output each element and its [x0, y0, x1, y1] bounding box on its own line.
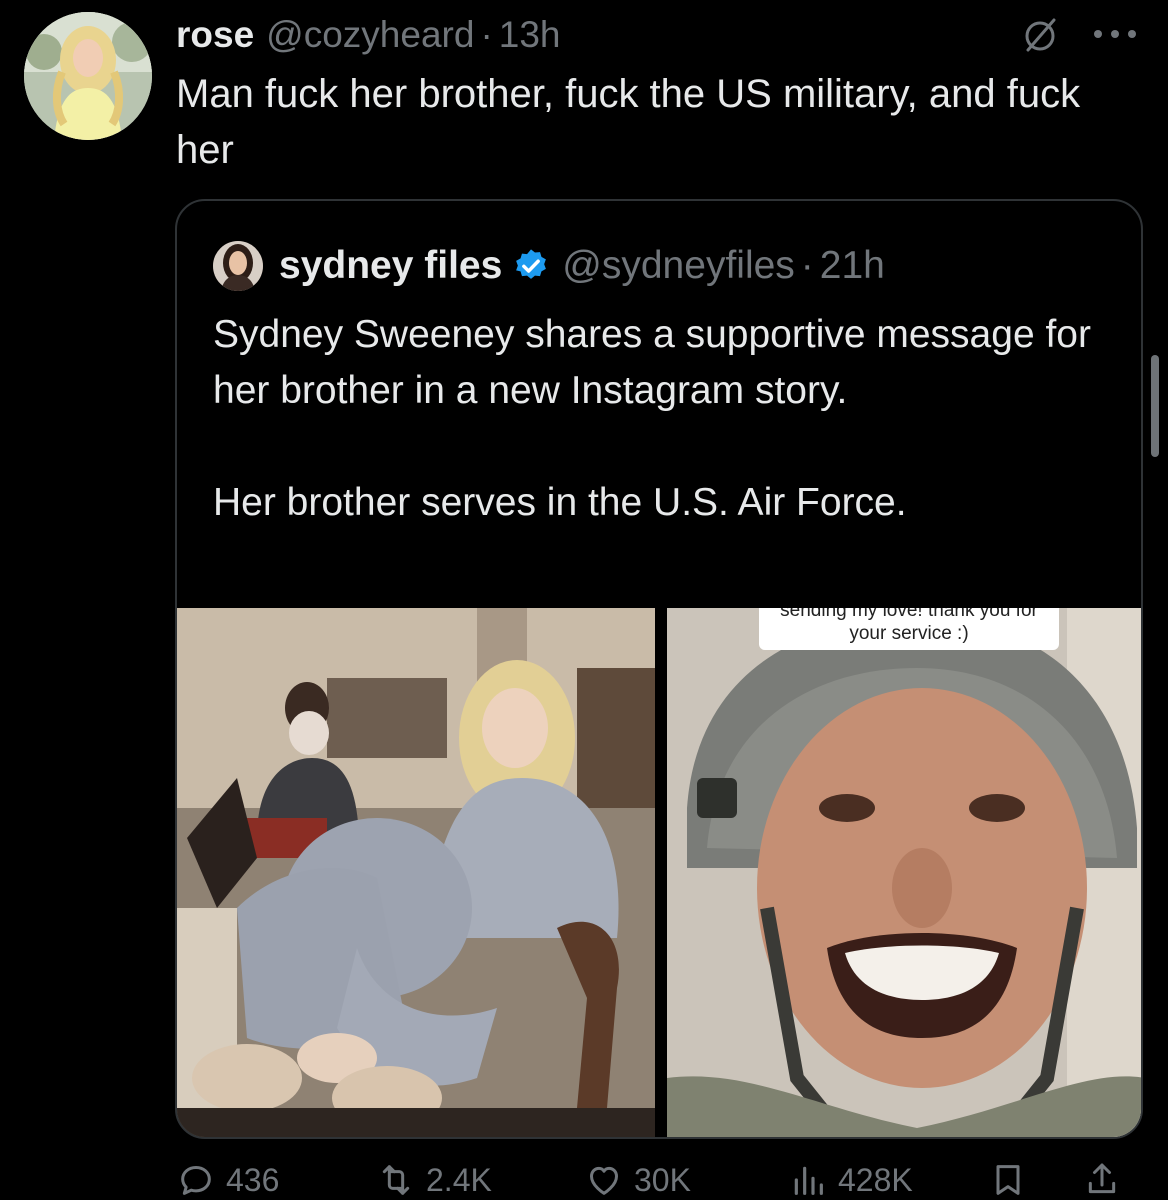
media-photo-1[interactable] [177, 608, 655, 1137]
bookmark-button[interactable] [988, 1160, 1038, 1200]
quoted-display-name[interactable]: sydney files [279, 244, 502, 288]
quoted-tweet[interactable]: sydney files @sydneyfiles · 21h Sydney S… [175, 199, 1143, 1139]
reply-button[interactable]: 436 [176, 1160, 279, 1200]
quoted-paragraph: Her brother serves in the U.S. Air Force… [213, 481, 907, 524]
scrollbar[interactable] [1151, 355, 1159, 457]
reply-count: 436 [226, 1161, 280, 1198]
tweet-time[interactable]: 13h [499, 14, 561, 56]
separator: · [800, 244, 814, 287]
author-display-name[interactable]: rose [176, 14, 254, 56]
action-bar: 436 2.4K 30K 428K [176, 1160, 1136, 1200]
story-caption-line: sending my love! thank you for [780, 608, 1038, 621]
share-button[interactable] [1082, 1160, 1132, 1200]
author-handle[interactable]: @cozyheard [266, 14, 474, 56]
tweet-text: Man fuck her brother, fuck the US milita… [176, 72, 1081, 172]
repost-count: 2.4K [426, 1161, 492, 1198]
quoted-paragraph: Sydney Sweeney shares a supportive messa… [213, 313, 1091, 412]
verified-icon [516, 249, 547, 279]
views-icon [794, 1166, 823, 1195]
share-icon [1088, 1163, 1116, 1194]
like-button[interactable]: 30K [584, 1160, 691, 1200]
repost-button[interactable]: 2.4K [376, 1160, 492, 1200]
quoted-text: Sydney Sweeney shares a supportive messa… [213, 307, 1103, 531]
quoted-header: sydney files @sydneyfiles · 21h [213, 241, 885, 291]
views-count: 428K [838, 1161, 913, 1198]
media-photo-2[interactable]: sending my love! thank you for your serv… [667, 608, 1141, 1137]
like-count: 30K [634, 1161, 691, 1198]
tweet-header: rose @cozyheard · 13h [176, 14, 561, 56]
quoted-avatar[interactable] [213, 241, 263, 291]
quoted-avatar-image [213, 241, 263, 291]
photo-room-scene [177, 608, 655, 1137]
reply-icon [181, 1166, 211, 1195]
bookmark-icon [996, 1165, 1020, 1195]
separator: · [480, 14, 493, 55]
repost-icon [382, 1165, 410, 1195]
more-icon[interactable] [1090, 26, 1140, 42]
story-caption: sending my love! thank you for your serv… [759, 608, 1059, 650]
grok-icon[interactable] [1020, 16, 1060, 56]
story-caption-line: your service :) [849, 623, 969, 644]
views-button[interactable]: 428K [788, 1160, 913, 1200]
photo-soldier-selfie [667, 608, 1141, 1137]
tweet[interactable]: rose @cozyheard · 13h Man fuck her broth… [0, 0, 1168, 1200]
like-icon [590, 1166, 618, 1195]
quoted-time[interactable]: 21h [820, 244, 885, 288]
author-avatar-image [24, 12, 152, 140]
media-grid: sending my love! thank you for your serv… [177, 608, 1141, 1137]
quoted-handle[interactable]: @sydneyfiles [562, 244, 795, 288]
author-avatar[interactable] [24, 12, 152, 140]
